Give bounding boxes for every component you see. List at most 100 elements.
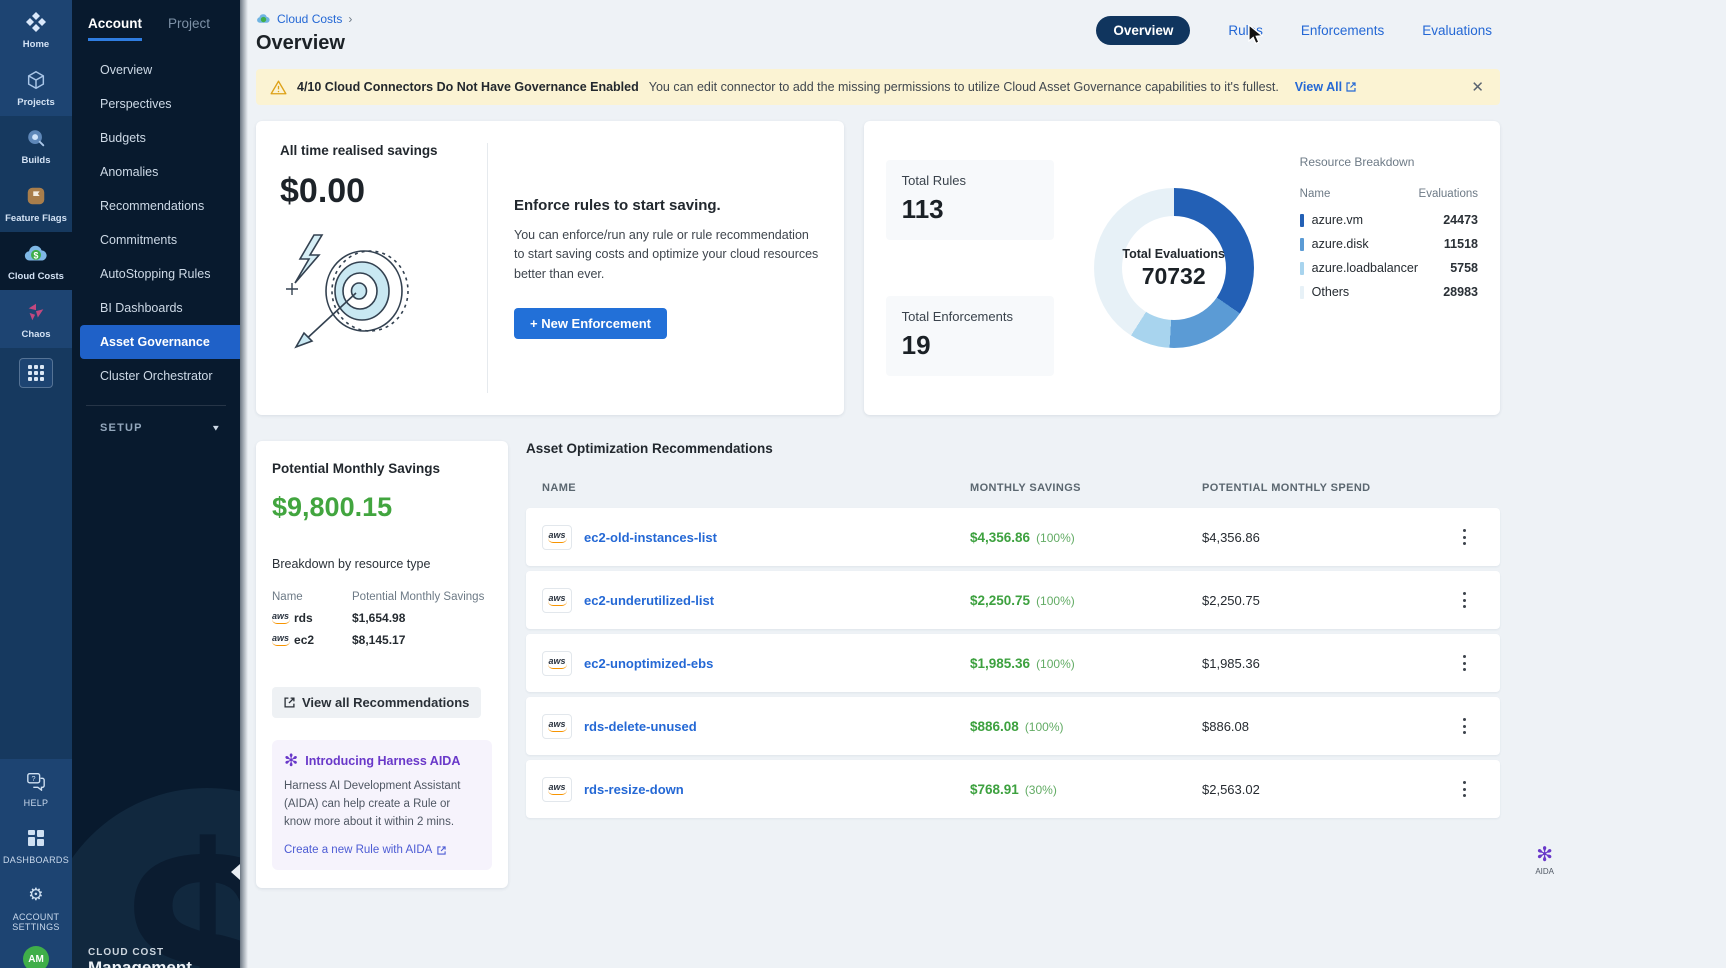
- sidenav-item-overview[interactable]: Overview: [72, 53, 240, 87]
- warning-icon: [270, 80, 287, 95]
- monthly-savings-value: $886.08: [970, 719, 1019, 734]
- sidenav-items: Overview Perspectives Budgets Anomalies …: [72, 53, 240, 393]
- total-enforcements-label: Total Enforcements: [902, 309, 1038, 324]
- rule-link[interactable]: ec2-unoptimized-ebs: [584, 656, 713, 671]
- potential-savings-card: Potential Monthly Savings $9,800.15 Brea…: [256, 441, 508, 888]
- banner-view-all-link[interactable]: View All: [1295, 80, 1356, 94]
- rail-label: Cloud Costs: [8, 271, 64, 282]
- savings-percent: (30%): [1025, 783, 1057, 797]
- rail-label: Builds: [21, 155, 50, 166]
- page-title: Overview: [256, 32, 352, 55]
- tab-project[interactable]: Project: [168, 16, 210, 41]
- dashboards-icon: [2, 825, 70, 851]
- dartboard-illustration: [280, 227, 477, 356]
- realised-savings-title: All time realised savings: [280, 143, 477, 158]
- rail-item-feature-flags[interactable]: Feature Flags: [0, 174, 72, 232]
- new-enforcement-button[interactable]: + New Enforcement: [514, 308, 667, 339]
- legend-chip: [1300, 286, 1304, 299]
- tab-evaluations[interactable]: Evaluations: [1422, 23, 1492, 38]
- user-avatar[interactable]: AM: [23, 946, 49, 968]
- top-tabs: Overview Rules Enforcements Evaluations: [1096, 16, 1500, 45]
- breakdown-col-evaluations: Evaluations: [1418, 188, 1478, 200]
- view-all-recommendations-button[interactable]: View all Recommendations: [272, 687, 481, 718]
- sidenav-item-cluster-orchestrator[interactable]: Cluster Orchestrator: [72, 359, 240, 393]
- row-menu-button[interactable]: [1452, 585, 1476, 615]
- sidenav-item-autostopping-rules[interactable]: AutoStopping Rules: [72, 257, 240, 291]
- help-button[interactable]: ? HELP: [0, 759, 72, 816]
- grid-icon: [28, 365, 44, 381]
- aws-icon: aws: [542, 525, 572, 550]
- legend-label: Others: [1312, 285, 1350, 299]
- rail-item-chaos[interactable]: Chaos: [0, 290, 72, 348]
- savings-percent: (100%): [1036, 594, 1075, 608]
- tab-rules[interactable]: Rules: [1228, 23, 1263, 38]
- rail-item-projects[interactable]: Projects: [0, 58, 72, 116]
- monthly-savings-value: $768.91: [970, 782, 1019, 797]
- module-picker-button[interactable]: [19, 358, 53, 388]
- sidenav-item-budgets[interactable]: Budgets: [72, 121, 240, 155]
- breakdown-col-name: Name: [1300, 188, 1418, 200]
- row-menu-button[interactable]: [1452, 774, 1476, 804]
- aida-flower-icon: ✻: [284, 752, 298, 769]
- aida-title: Introducing Harness AIDA: [305, 754, 460, 768]
- legend-chip: [1300, 214, 1304, 227]
- aida-create-rule-link[interactable]: Create a new Rule with AIDA: [284, 844, 480, 856]
- enforce-cta-body: You can enforce/run any rule or rule rec…: [514, 226, 820, 284]
- total-enforcements-tile: Total Enforcements 19: [886, 296, 1054, 376]
- rail-label: Home: [23, 39, 49, 50]
- row-menu-button[interactable]: [1452, 522, 1476, 552]
- gear-icon: ⚙: [2, 882, 70, 908]
- tab-account[interactable]: Account: [88, 16, 142, 41]
- monthly-savings-value: $2,250.75: [970, 593, 1030, 608]
- sidenav-item-anomalies[interactable]: Anomalies: [72, 155, 240, 189]
- row-menu-button[interactable]: [1452, 711, 1476, 741]
- enforce-cta-title: Enforce rules to start saving.: [514, 197, 820, 214]
- legend-value: 5758: [1418, 261, 1478, 275]
- breadcrumb-cloud-costs[interactable]: Cloud Costs: [277, 12, 342, 26]
- setup-label: SETUP: [100, 422, 143, 434]
- row-menu-button[interactable]: [1452, 648, 1476, 678]
- total-enforcements-value: 19: [902, 330, 1038, 361]
- panel-collapse-handle[interactable]: [231, 864, 240, 880]
- banner-link-label: View All: [1295, 80, 1342, 94]
- aida-assistant-button[interactable]: ✻ AIDA: [1535, 845, 1554, 876]
- sidenav-item-recommendations[interactable]: Recommendations: [72, 189, 240, 223]
- rail-item-cloud-costs[interactable]: $ Cloud Costs: [0, 232, 72, 290]
- svg-text:?: ?: [32, 774, 36, 783]
- rail-label: Feature Flags: [5, 213, 67, 224]
- tab-enforcements[interactable]: Enforcements: [1301, 23, 1384, 38]
- app-root: Home Projects Builds Feature Flags $ Clo…: [0, 0, 1726, 968]
- legend-label: azure.loadbalancer: [1312, 261, 1418, 275]
- rule-link[interactable]: rds-delete-unused: [584, 719, 697, 734]
- help-label: HELP: [24, 798, 49, 808]
- banner-close-icon[interactable]: ✕: [1469, 78, 1486, 96]
- sidenav-item-bi-dashboards[interactable]: BI Dashboards: [72, 291, 240, 325]
- sidenav-item-commitments[interactable]: Commitments: [72, 223, 240, 257]
- aida-flower-icon: ✻: [1536, 845, 1553, 865]
- rail-item-builds[interactable]: Builds: [0, 116, 72, 174]
- sidenav-item-asset-governance[interactable]: Asset Governance: [80, 325, 240, 359]
- harness-home-icon: [2, 9, 70, 35]
- rail-item-home[interactable]: Home: [0, 0, 72, 58]
- external-link-icon: [437, 846, 446, 855]
- col-name: NAME: [542, 482, 970, 494]
- recommendations-table: awsec2-old-instances-list $4,356.86(100%…: [526, 508, 1500, 818]
- setup-section-toggle[interactable]: SETUP ▼: [72, 406, 240, 434]
- builds-icon: [2, 125, 70, 151]
- account-settings-button[interactable]: ⚙ ACCOUNT SETTINGS: [0, 873, 72, 940]
- savings-percent: (100%): [1036, 657, 1075, 671]
- rule-link[interactable]: ec2-old-instances-list: [584, 530, 717, 545]
- savings-percent: (100%): [1025, 720, 1064, 734]
- breakdown-row: azure.vm 24473: [1300, 208, 1478, 232]
- sidenav-item-perspectives[interactable]: Perspectives: [72, 87, 240, 121]
- external-link-icon: [1346, 82, 1356, 92]
- donut-center-label: Total Evaluations: [1122, 247, 1225, 261]
- rule-link[interactable]: rds-resize-down: [584, 782, 684, 797]
- aida-fab-label: AIDA: [1535, 867, 1554, 876]
- tab-overview[interactable]: Overview: [1096, 16, 1190, 45]
- help-chat-icon: ?: [2, 768, 70, 794]
- dashboards-button[interactable]: DASHBOARDS: [0, 816, 72, 873]
- resource-savings: $1,654.98: [352, 611, 492, 625]
- rule-link[interactable]: ec2-underutilized-list: [584, 593, 714, 608]
- table-row: awsrds-delete-unused $886.08(100%) $886.…: [526, 697, 1500, 755]
